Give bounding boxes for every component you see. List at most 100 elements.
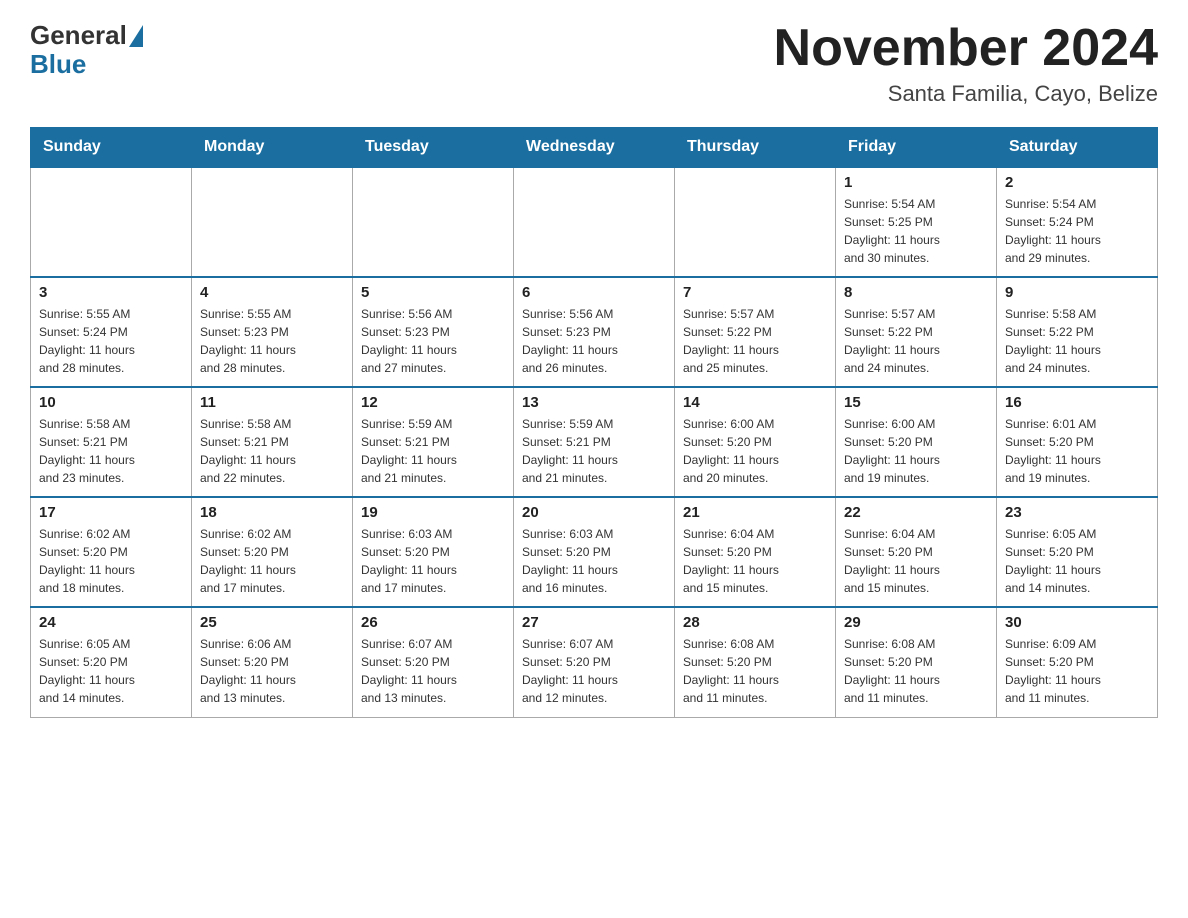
day-number: 15 [844,394,988,411]
calendar-cell: 24 Sunrise: 6:05 AMSunset: 5:20 PMDayligh… [31,607,192,717]
calendar-cell: 15 Sunrise: 6:00 AMSunset: 5:20 PMDayligh… [836,387,997,497]
calendar-cell [514,167,675,277]
header-saturday: Saturday [997,128,1158,168]
day-number: 3 [39,284,183,301]
calendar-cell [192,167,353,277]
day-info: Sunrise: 6:04 AMSunset: 5:20 PMDaylight:… [844,525,988,597]
day-number: 25 [200,614,344,631]
calendar-cell: 26 Sunrise: 6:07 AMSunset: 5:20 PMDayligh… [353,607,514,717]
day-info: Sunrise: 6:02 AMSunset: 5:20 PMDaylight:… [200,525,344,597]
calendar-cell: 3 Sunrise: 5:55 AMSunset: 5:24 PMDaylight… [31,277,192,387]
calendar-cell: 29 Sunrise: 6:08 AMSunset: 5:20 PMDayligh… [836,607,997,717]
day-info: Sunrise: 6:08 AMSunset: 5:20 PMDaylight:… [844,635,988,707]
day-number: 4 [200,284,344,301]
calendar-cell [675,167,836,277]
day-info: Sunrise: 6:02 AMSunset: 5:20 PMDaylight:… [39,525,183,597]
day-number: 12 [361,394,505,411]
calendar-cell: 25 Sunrise: 6:06 AMSunset: 5:20 PMDayligh… [192,607,353,717]
calendar-cell: 20 Sunrise: 6:03 AMSunset: 5:20 PMDayligh… [514,497,675,607]
calendar-cell: 14 Sunrise: 6:00 AMSunset: 5:20 PMDayligh… [675,387,836,497]
day-number: 10 [39,394,183,411]
day-info: Sunrise: 5:59 AMSunset: 5:21 PMDaylight:… [361,415,505,487]
calendar-cell: 21 Sunrise: 6:04 AMSunset: 5:20 PMDayligh… [675,497,836,607]
day-number: 8 [844,284,988,301]
day-number: 9 [1005,284,1149,301]
day-info: Sunrise: 5:57 AMSunset: 5:22 PMDaylight:… [844,305,988,377]
day-number: 26 [361,614,505,631]
day-number: 29 [844,614,988,631]
calendar-cell [353,167,514,277]
logo: General Blue [30,20,143,77]
day-info: Sunrise: 6:08 AMSunset: 5:20 PMDaylight:… [683,635,827,707]
calendar-cell: 28 Sunrise: 6:08 AMSunset: 5:20 PMDayligh… [675,607,836,717]
day-info: Sunrise: 5:55 AMSunset: 5:23 PMDaylight:… [200,305,344,377]
day-number: 5 [361,284,505,301]
logo-general-text: General [30,20,127,51]
day-info: Sunrise: 5:57 AMSunset: 5:22 PMDaylight:… [683,305,827,377]
day-info: Sunrise: 6:00 AMSunset: 5:20 PMDaylight:… [844,415,988,487]
title-section: November 2024 Santa Familia, Cayo, Beliz… [774,20,1158,107]
header-friday: Friday [836,128,997,168]
calendar-cell: 30 Sunrise: 6:09 AMSunset: 5:20 PMDayligh… [997,607,1158,717]
day-info: Sunrise: 5:54 AMSunset: 5:25 PMDaylight:… [844,195,988,267]
calendar-week-5: 24 Sunrise: 6:05 AMSunset: 5:20 PMDayligh… [31,607,1158,717]
day-info: Sunrise: 5:58 AMSunset: 5:21 PMDaylight:… [39,415,183,487]
day-info: Sunrise: 6:00 AMSunset: 5:20 PMDaylight:… [683,415,827,487]
header-wednesday: Wednesday [514,128,675,168]
day-number: 7 [683,284,827,301]
day-info: Sunrise: 5:55 AMSunset: 5:24 PMDaylight:… [39,305,183,377]
day-number: 24 [39,614,183,631]
calendar-cell: 19 Sunrise: 6:03 AMSunset: 5:20 PMDayligh… [353,497,514,607]
day-info: Sunrise: 6:04 AMSunset: 5:20 PMDaylight:… [683,525,827,597]
calendar-cell: 27 Sunrise: 6:07 AMSunset: 5:20 PMDayligh… [514,607,675,717]
calendar-cell: 2Sunrise: 5:54 AMSunset: 5:24 PMDaylight… [997,167,1158,277]
day-number: 22 [844,504,988,521]
calendar-cell: 4 Sunrise: 5:55 AMSunset: 5:23 PMDaylight… [192,277,353,387]
header-thursday: Thursday [675,128,836,168]
day-info: Sunrise: 5:56 AMSunset: 5:23 PMDaylight:… [361,305,505,377]
calendar-cell: 8 Sunrise: 5:57 AMSunset: 5:22 PMDaylight… [836,277,997,387]
day-info: Sunrise: 6:05 AMSunset: 5:20 PMDaylight:… [39,635,183,707]
day-number: 19 [361,504,505,521]
calendar-week-2: 3 Sunrise: 5:55 AMSunset: 5:24 PMDaylight… [31,277,1158,387]
calendar-cell: 17 Sunrise: 6:02 AMSunset: 5:20 PMDayligh… [31,497,192,607]
calendar-cell: 6 Sunrise: 5:56 AMSunset: 5:23 PMDaylight… [514,277,675,387]
header-monday: Monday [192,128,353,168]
calendar-week-3: 10 Sunrise: 5:58 AMSunset: 5:21 PMDayligh… [31,387,1158,497]
calendar-week-4: 17 Sunrise: 6:02 AMSunset: 5:20 PMDayligh… [31,497,1158,607]
calendar-cell: 18Sunrise: 6:02 AMSunset: 5:20 PMDayligh… [192,497,353,607]
day-info: Sunrise: 6:05 AMSunset: 5:20 PMDaylight:… [1005,525,1149,597]
day-info: Sunrise: 6:09 AMSunset: 5:20 PMDaylight:… [1005,635,1149,707]
day-info: Sunrise: 6:03 AMSunset: 5:20 PMDaylight:… [522,525,666,597]
day-info: Sunrise: 5:56 AMSunset: 5:23 PMDaylight:… [522,305,666,377]
day-number: 14 [683,394,827,411]
day-info: Sunrise: 6:07 AMSunset: 5:20 PMDaylight:… [361,635,505,707]
day-number: 30 [1005,614,1149,631]
calendar-cell: 12 Sunrise: 5:59 AMSunset: 5:21 PMDayligh… [353,387,514,497]
day-number: 16 [1005,394,1149,411]
day-info: Sunrise: 5:59 AMSunset: 5:21 PMDaylight:… [522,415,666,487]
day-number: 17 [39,504,183,521]
day-info: Sunrise: 5:58 AMSunset: 5:22 PMDaylight:… [1005,305,1149,377]
day-number: 27 [522,614,666,631]
logo-blue-text: Blue [30,51,86,77]
day-info: Sunrise: 6:06 AMSunset: 5:20 PMDaylight:… [200,635,344,707]
calendar-cell: 5 Sunrise: 5:56 AMSunset: 5:23 PMDaylight… [353,277,514,387]
calendar-cell: 1 Sunrise: 5:54 AMSunset: 5:25 PMDaylight… [836,167,997,277]
day-info: Sunrise: 6:03 AMSunset: 5:20 PMDaylight:… [361,525,505,597]
calendar-week-1: 1 Sunrise: 5:54 AMSunset: 5:25 PMDaylight… [31,167,1158,277]
day-number: 28 [683,614,827,631]
calendar-cell: 11Sunrise: 5:58 AMSunset: 5:21 PMDayligh… [192,387,353,497]
calendar-cell: 22 Sunrise: 6:04 AMSunset: 5:20 PMDayligh… [836,497,997,607]
day-info: Sunrise: 6:07 AMSunset: 5:20 PMDaylight:… [522,635,666,707]
day-number: 20 [522,504,666,521]
day-number: 21 [683,504,827,521]
header-sunday: Sunday [31,128,192,168]
day-number: 1 [844,174,988,191]
day-number: 6 [522,284,666,301]
day-info: Sunrise: 5:54 AMSunset: 5:24 PMDaylight:… [1005,195,1149,267]
day-info: Sunrise: 5:58 AMSunset: 5:21 PMDaylight:… [200,415,344,487]
calendar-table: SundayMondayTuesdayWednesdayThursdayFrid… [30,127,1158,718]
month-year-title: November 2024 [774,20,1158,77]
calendar-cell: 9 Sunrise: 5:58 AMSunset: 5:22 PMDaylight… [997,277,1158,387]
